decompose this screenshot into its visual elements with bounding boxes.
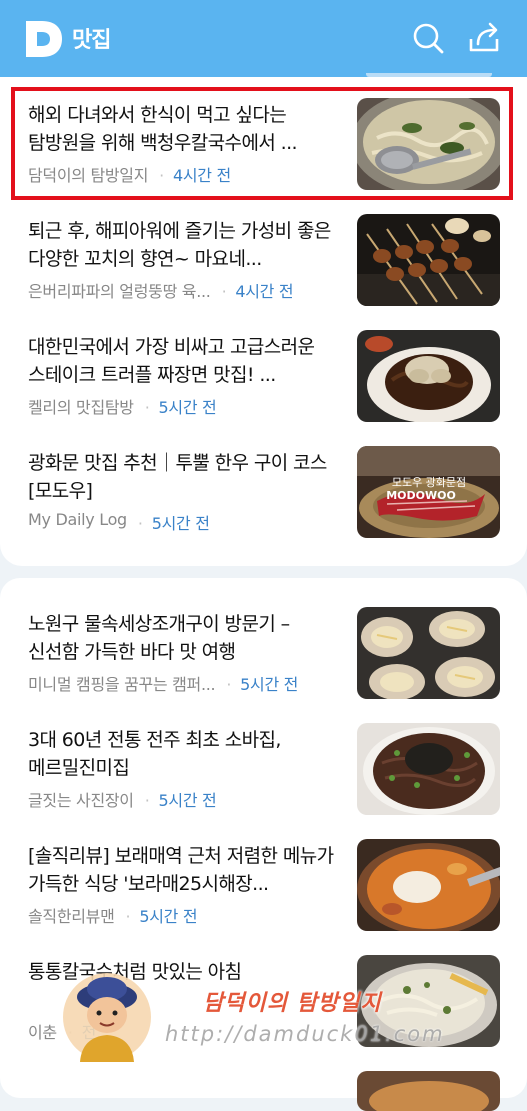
article-item[interactable]: 광화문 맛집 추천｜투뿔 한우 구이 코스 [모도우] My Daily Log… <box>0 446 527 561</box>
article-item[interactable]: 노원구 물속세상조개구이 방문기 – 신선함 가득한 바다 맛 여행 미니멀 캠… <box>0 607 527 722</box>
share-icon[interactable] <box>466 18 502 58</box>
article-time: 5시간 전 <box>151 514 210 533</box>
thumb-caption-en: MODOWOO <box>386 489 456 502</box>
section-title: 맛집 <box>72 28 111 53</box>
article-title: 광화문 맛집 추천｜투뿔 한우 구이 코스 [모도우] <box>28 452 327 502</box>
article-source: 이춘 <box>28 1023 57 1042</box>
article-title: 해외 다녀와서 한식이 먹고 싶다는 탐방원을 위해 백청우칼국수에서 ... <box>28 104 298 154</box>
article-meta: 은버리파파의 얼렁뚱땅 육... · 4시간 전 <box>28 278 348 301</box>
article-source: 솔직한리뷰맨 <box>28 907 115 926</box>
article-meta: 솔직한리뷰맨 · 5시간 전 <box>28 903 348 926</box>
daum-logo-icon[interactable] <box>22 18 66 60</box>
article-title: 노원구 물속세상조개구이 방문기 – 신선함 가득한 바다 맛 여행 <box>28 613 290 663</box>
watermark-blog-name: 담덕이의 탐방일지 <box>203 991 382 1016</box>
skewers-thumbnail <box>357 214 500 306</box>
article-item[interactable]: 대한민국에서 가장 비싸고 고급스러운 스테이크 트러플 짜장면 맛집! ...… <box>0 330 527 445</box>
article-item[interactable]: 3대 60년 전통 전주 최초 소바집, 메르밀진미집 글짓는 사진장이 · 5시간… <box>0 723 527 838</box>
partial-thumbnail <box>357 1071 500 1111</box>
watermark-avatar-icon <box>63 973 151 1062</box>
article-time: 5시간 전 <box>139 907 198 926</box>
article-meta: My Daily Log · 5시간 전 <box>28 510 210 533</box>
top-app-bar: 맛집 <box>0 0 527 77</box>
article-source: 글짓는 사진장이 <box>28 791 134 810</box>
article-title: 3대 60년 전통 전주 최초 소바집, 메르밀진미집 <box>28 729 281 779</box>
kalguksu-thumbnail <box>357 98 500 190</box>
article-title: 퇴근 후, 해피아워에 즐기는 가성비 좋은 다양한 꼬치의 향연~ 마요네..… <box>28 220 331 270</box>
article-list-card: 해외 다녀와서 한식이 먹고 싶다는 탐방원을 위해 백청우칼국수에서 ... … <box>0 77 527 566</box>
article-source: 담덕이의 탐방일지 <box>28 166 149 185</box>
article-time: 5시간 전 <box>158 791 217 810</box>
article-title: 대한민국에서 가장 비싸고 고급스러운 스테이크 트러플 짜장면 맛집! ... <box>28 336 315 386</box>
thumb-caption: 모도우 광화문점 <box>392 476 466 489</box>
article-item[interactable]: 퇴근 후, 해피아워에 즐기는 가성비 좋은 다양한 꼬치의 향연~ 마요네..… <box>0 214 527 329</box>
article-time: 4시간 전 <box>172 166 231 185</box>
article-source: My Daily Log <box>28 510 127 529</box>
article-time: 5시간 전 <box>158 398 217 417</box>
article-source: 켈리의 맛집탐방 <box>28 398 134 417</box>
article-time: 4시간 전 <box>235 282 294 301</box>
search-icon[interactable] <box>410 18 446 58</box>
article-meta: 켈리의 맛집탐방 · 5시간 전 <box>28 394 348 417</box>
hanwoo-thumbnail: 모도우 광화문점 MODOWOO <box>357 446 500 538</box>
watermark-url: http://damduck01.com <box>165 1022 445 1046</box>
article-meta: 담덕이의 탐방일지 · 4시간 전 <box>28 162 348 185</box>
article-item[interactable]: 해외 다녀와서 한식이 먹고 싶다는 탐방원을 위해 백청우칼국수에서 ... … <box>0 98 527 213</box>
soba-thumbnail <box>357 723 500 815</box>
article-title: [솔직리뷰] 보래매역 근처 저렴한 메뉴가 가득한 식당 '보라매25시해장.… <box>28 845 334 895</box>
tofu-stew-thumbnail <box>357 839 500 931</box>
shellfish-thumbnail <box>357 607 500 699</box>
article-meta: 글짓는 사진장이 · 5시간 전 <box>28 787 348 810</box>
article-time: 5시간 전 <box>240 675 299 694</box>
article-source: 미니멀 캠핑을 꿈꾸는 캠퍼... <box>28 675 216 694</box>
article-item-partial[interactable] <box>0 1071 527 1111</box>
article-item[interactable]: [솔직리뷰] 보래매역 근처 저렴한 메뉴가 가득한 식당 '보라매25시해장.… <box>0 839 527 954</box>
article-meta: 미니멀 캠핑을 꿈꾸는 캠퍼... · 5시간 전 <box>28 671 348 694</box>
truffle-jjajang-thumbnail <box>357 330 500 422</box>
article-source: 은버리파파의 얼렁뚱땅 육... <box>28 282 211 301</box>
